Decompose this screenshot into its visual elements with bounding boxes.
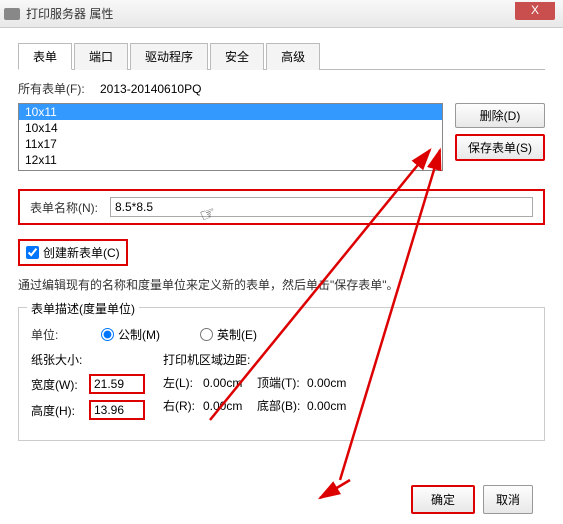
radio-metric-label: 公制(M) (118, 326, 160, 343)
form-name-row: 表单名称(N): (18, 189, 545, 225)
list-item[interactable]: 12x11 (19, 152, 442, 168)
title-bar: 打印服务器 属性 X (0, 0, 563, 28)
delete-button[interactable]: 删除(D) (455, 103, 545, 128)
tab-security[interactable]: 安全 (210, 43, 264, 70)
fieldset-title: 表单描述(度量单位) (27, 300, 139, 317)
create-new-label: 创建新表单(C) (43, 244, 120, 261)
tab-forms[interactable]: 表单 (18, 43, 72, 70)
create-new-checkbox[interactable] (26, 246, 39, 259)
radio-metric[interactable] (101, 328, 114, 341)
close-button[interactable]: X (515, 2, 555, 20)
height-input[interactable] (89, 400, 145, 420)
list-item[interactable]: 10x14 (19, 120, 442, 136)
radio-imperial[interactable] (200, 328, 213, 341)
radio-imperial-label: 英制(E) (217, 326, 257, 343)
left-value: 0.00cm (203, 376, 253, 390)
paper-size-label: 纸张大小: (31, 351, 145, 368)
window-title: 打印服务器 属性 (26, 5, 113, 22)
tab-bar: 表单 端口 驱动程序 安全 高级 (18, 36, 545, 70)
form-desc-fieldset: 表单描述(度量单位) 单位: 公制(M) 英制(E) 纸张大小: 宽度(W): (18, 307, 545, 441)
right-value: 0.00cm (203, 399, 253, 413)
form-description-text: 通过编辑现有的名称和度量单位来定义新的表单，然后单击"保存表单"。 (18, 276, 545, 295)
bottom-label: 底部(B): (257, 397, 303, 414)
width-input[interactable] (89, 374, 145, 394)
save-form-button[interactable]: 保存表单(S) (455, 134, 545, 161)
width-label: 宽度(W): (31, 376, 85, 393)
margin-label: 打印机区域边距: (163, 351, 357, 368)
create-new-checkbox-row: 创建新表单(C) (18, 239, 128, 266)
all-forms-label: 所有表单(F): (18, 80, 100, 97)
form-name-label: 表单名称(N): (30, 199, 110, 216)
radio-imperial-wrap[interactable]: 英制(E) (200, 326, 257, 343)
all-forms-value: 2013-20140610PQ (100, 82, 201, 96)
right-label: 右(R): (163, 397, 199, 414)
units-label: 单位: (31, 326, 101, 343)
printer-icon (4, 8, 20, 20)
form-name-input[interactable] (110, 197, 533, 217)
cancel-button[interactable]: 取消 (483, 485, 533, 514)
radio-metric-wrap[interactable]: 公制(M) (101, 326, 160, 343)
forms-listbox[interactable]: 10x11 10x14 11x17 12x11 (18, 103, 443, 171)
tab-advanced[interactable]: 高级 (266, 43, 320, 70)
height-label: 高度(H): (31, 402, 85, 419)
bottom-value: 0.00cm (307, 399, 357, 413)
tab-drivers[interactable]: 驱动程序 (130, 43, 208, 70)
ok-button[interactable]: 确定 (411, 485, 475, 514)
top-label: 顶端(T): (257, 374, 303, 391)
list-item[interactable]: 11x17 (19, 136, 442, 152)
list-item[interactable]: 10x11 (19, 104, 442, 120)
tab-ports[interactable]: 端口 (74, 43, 128, 70)
top-value: 0.00cm (307, 376, 357, 390)
left-label: 左(L): (163, 374, 199, 391)
